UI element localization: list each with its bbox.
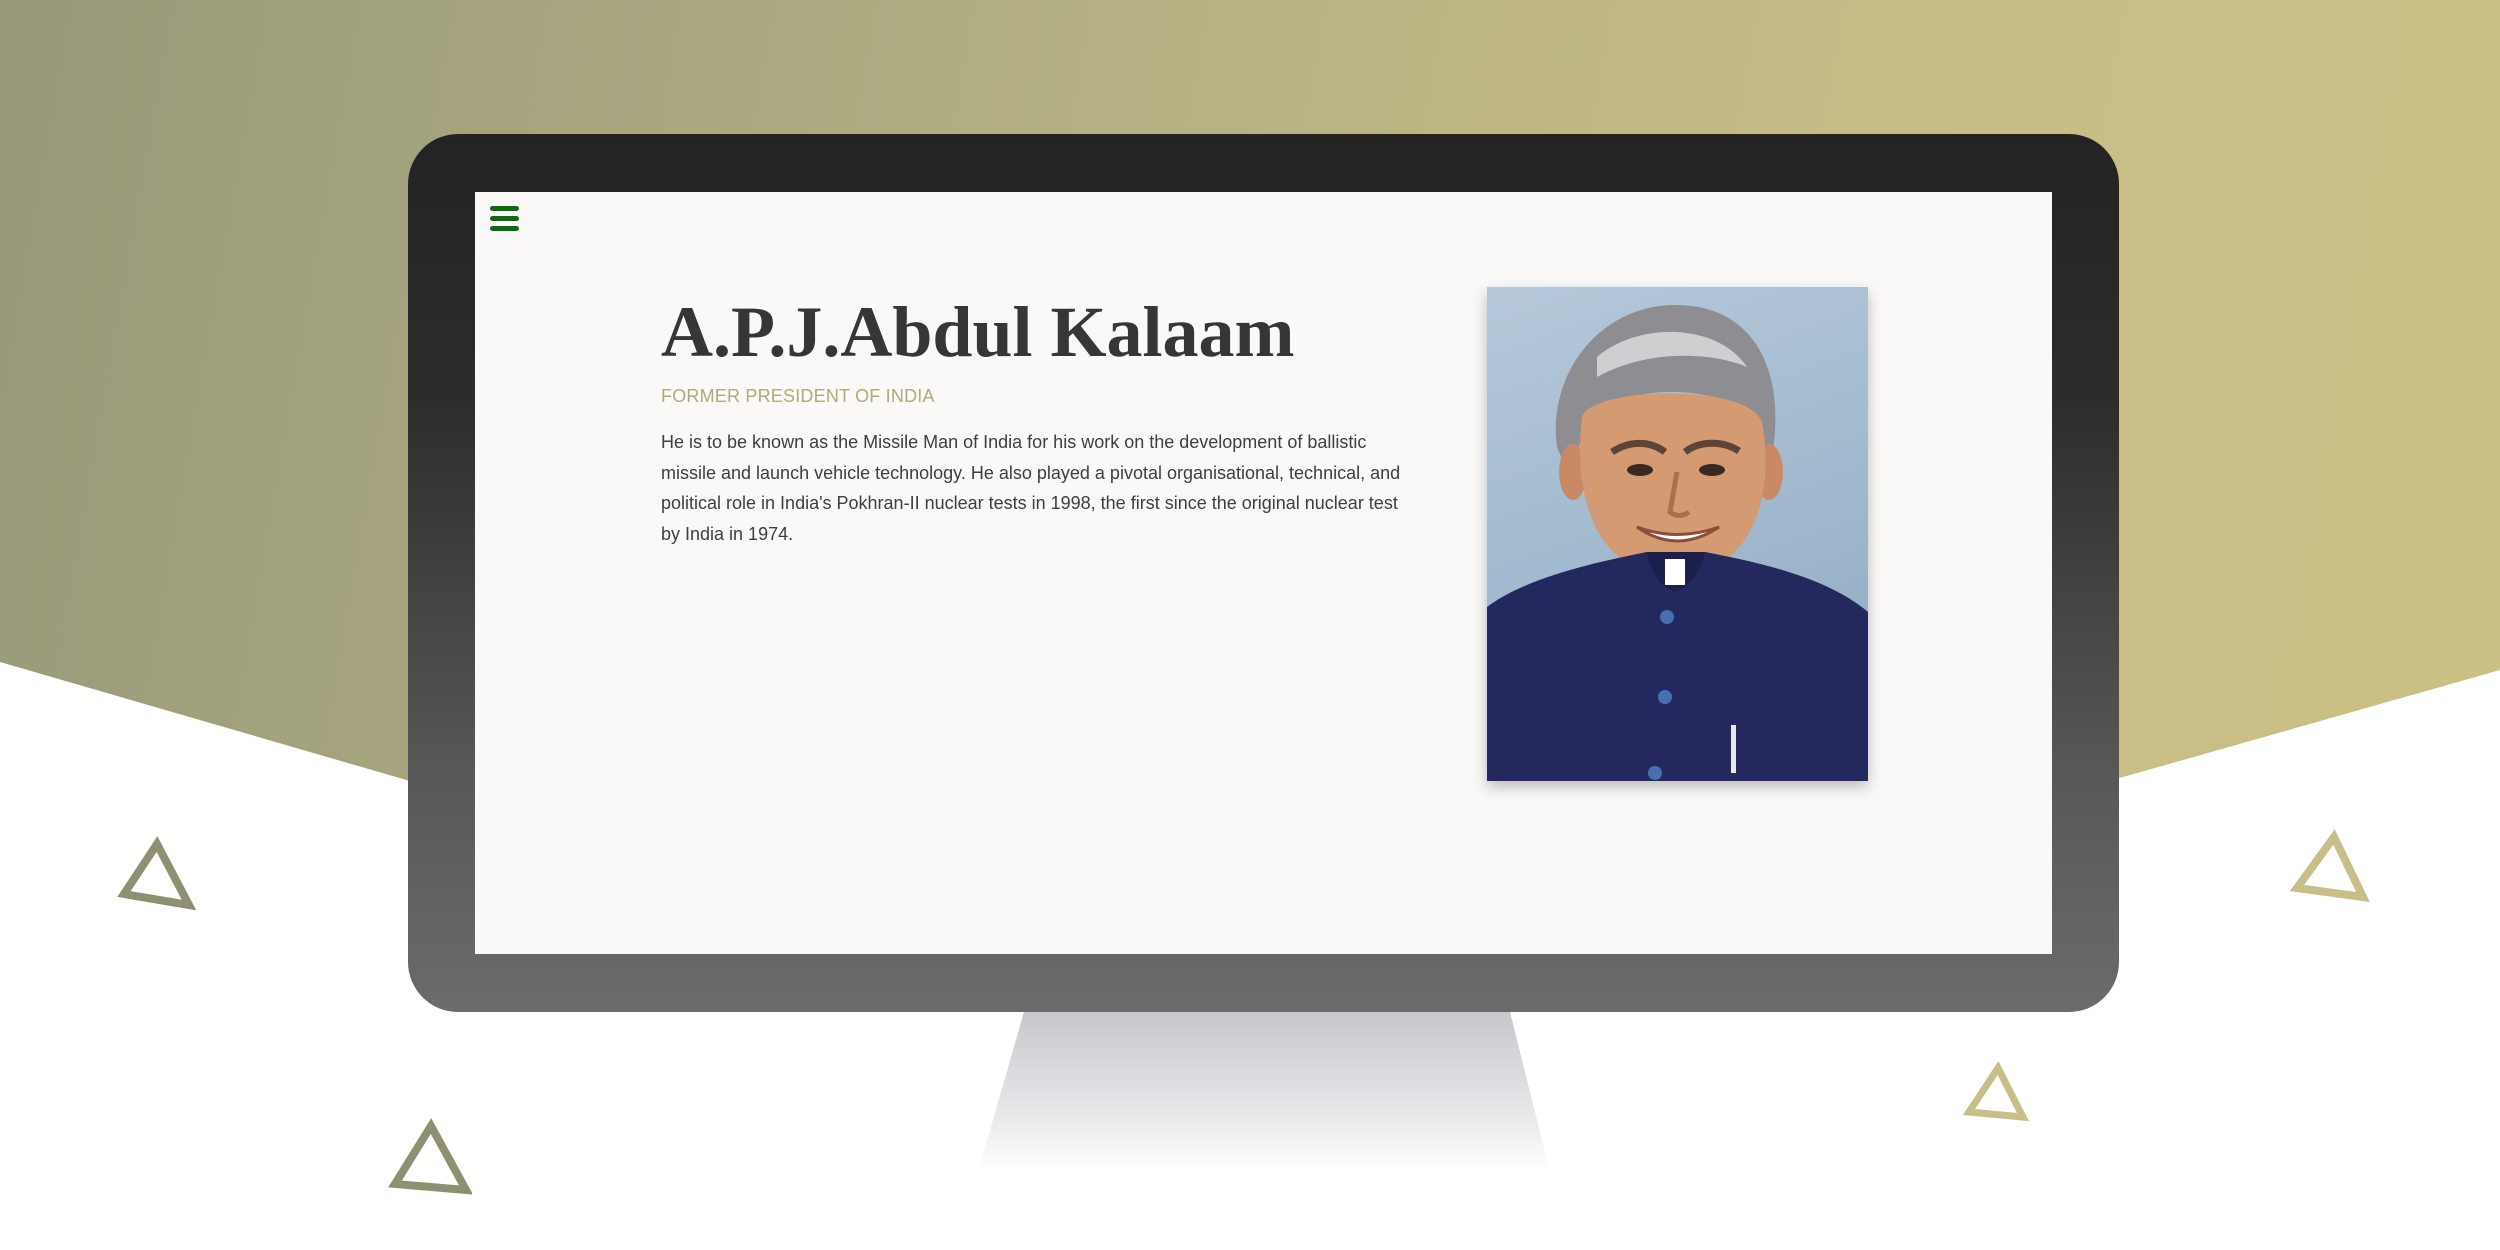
decorative-triangle-bottom-right [1962,1062,2030,1122]
page-subtitle: FORMER PRESIDENT OF INDIA [661,386,935,406]
monitor-screen: A.P.J.Abdul Kalaam FORMER PRESIDENT OF I… [475,192,2052,954]
monitor-stand [978,1012,1550,1172]
biography-text: He is to be known as the Missile Man of … [661,432,1401,544]
decorative-triangle-bottom-left [388,1118,472,1195]
decorative-triangle-right [2290,829,2370,902]
decorative-triangle-left [117,836,196,911]
page-title: A.P.J.Abdul Kalaam [661,292,1295,372]
hamburger-menu-icon[interactable] [490,205,520,233]
portrait-illustration [1487,304,1868,781]
portrait-photo [1487,287,1868,781]
